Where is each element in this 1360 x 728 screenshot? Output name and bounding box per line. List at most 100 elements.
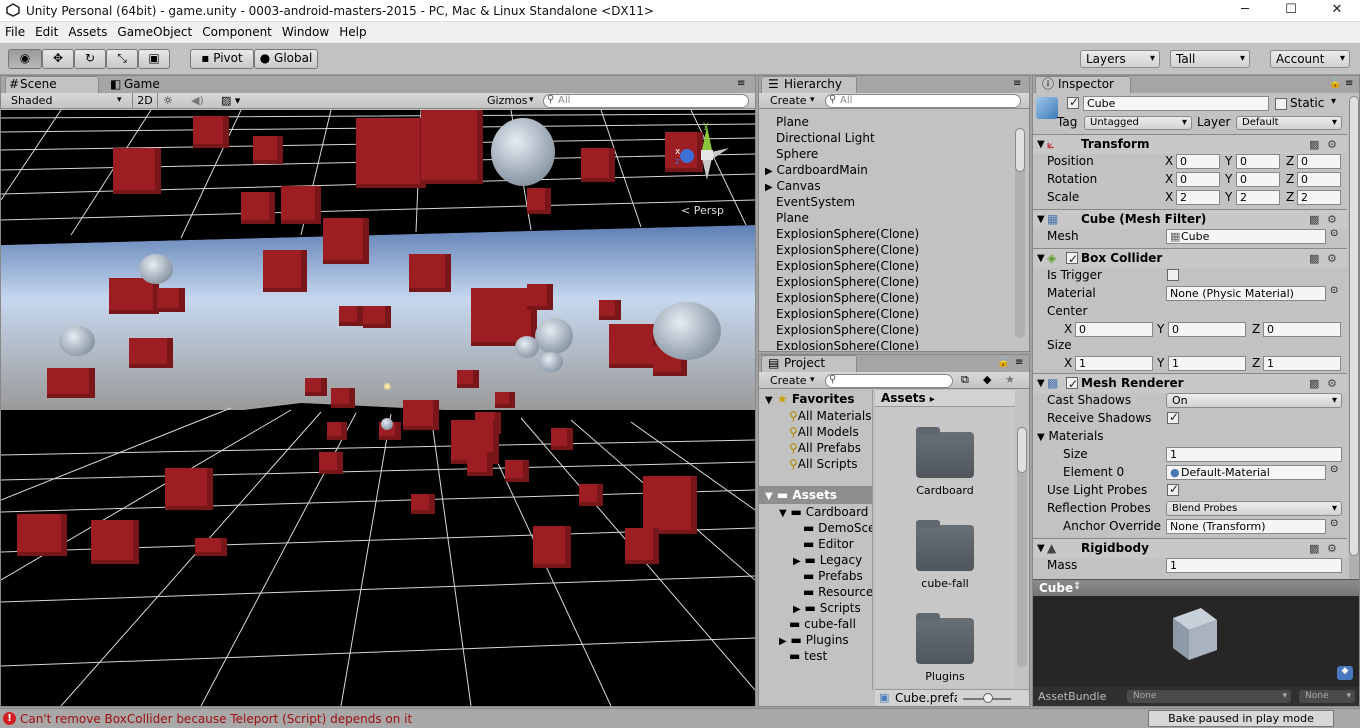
gear-icon[interactable]: ⚙: [1327, 374, 1337, 393]
box-collider-enabled-checkbox[interactable]: [1066, 250, 1078, 269]
favorite-item[interactable]: ⚲All Scripts: [759, 456, 872, 472]
close-button[interactable]: ✕: [1314, 0, 1360, 22]
project-create-button[interactable]: Create: [770, 373, 807, 388]
position-z-field[interactable]: 0: [1297, 154, 1341, 169]
tag-dropdown[interactable]: Untagged: [1084, 116, 1192, 130]
physic-material-field[interactable]: None (Physic Material): [1166, 286, 1326, 301]
gear-icon[interactable]: ⚙: [1327, 539, 1337, 558]
favorite-item[interactable]: ⚲All Materials: [759, 408, 872, 424]
help-icon[interactable]: ▩: [1309, 210, 1319, 229]
gear-icon[interactable]: ⚙: [1327, 135, 1337, 154]
hierarchy-item[interactable]: Directional Light: [759, 130, 1013, 146]
scale-x-field[interactable]: 2: [1176, 190, 1220, 205]
tab-project[interactable]: ▤ Project: [761, 355, 857, 372]
shading-dropdown[interactable]: Shaded: [11, 93, 52, 108]
menu-assets[interactable]: Assets: [63, 22, 112, 39]
tab-hierarchy[interactable]: ☰ Hierarchy: [761, 76, 857, 93]
center-x-field[interactable]: 0: [1075, 322, 1153, 337]
expand-arrow-icon[interactable]: ▼: [765, 491, 773, 502]
hierarchy-item[interactable]: ExplosionSphere(Clone): [759, 290, 1013, 306]
tab-game[interactable]: ◧ Game: [101, 76, 197, 93]
search-by-type-icon[interactable]: ⧉: [961, 373, 969, 387]
expand-arrow-icon[interactable]: ▼: [779, 508, 787, 519]
static-checkbox[interactable]: [1275, 98, 1287, 110]
position-y-field[interactable]: 0: [1236, 154, 1280, 169]
move-tool-button[interactable]: ✥: [42, 49, 74, 69]
element0-field[interactable]: ● Default-Material: [1166, 465, 1326, 480]
maximize-button[interactable]: ☐: [1268, 0, 1314, 22]
help-icon[interactable]: ▩: [1309, 539, 1319, 558]
inspector-scroll-thumb[interactable]: [1349, 96, 1359, 556]
tree-folder[interactable]: ▼ ▬ Cardboard: [759, 504, 872, 520]
scale-tool-button[interactable]: ⤡: [106, 49, 138, 69]
gameobject-name-input[interactable]: Cube: [1083, 96, 1269, 111]
gizmos-dropdown[interactable]: Gizmos: [487, 93, 528, 108]
scale-y-field[interactable]: 2: [1236, 190, 1280, 205]
assets-root[interactable]: ▼ ▬ Assets: [759, 486, 872, 504]
hierarchy-item[interactable]: ▶ CardboardMain: [759, 162, 1013, 178]
global-toggle[interactable]: ● Global: [254, 49, 318, 69]
hierarchy-search-input[interactable]: All: [825, 94, 1021, 108]
mesh-renderer-enabled-checkbox[interactable]: [1066, 375, 1078, 394]
expand-arrow-icon[interactable]: ▶: [793, 556, 801, 567]
pivot-toggle[interactable]: ▪ Pivot: [190, 49, 254, 69]
transform-header[interactable]: ▼ ⟀ Transform ▩ ⚙: [1033, 134, 1347, 154]
panel-menu-icon[interactable]: ≡: [1345, 78, 1353, 89]
hierarchy-item[interactable]: ExplosionSphere(Clone): [759, 242, 1013, 258]
rotation-y-field[interactable]: 0: [1236, 172, 1280, 187]
use-light-probes-checkbox[interactable]: [1167, 482, 1179, 496]
panel-menu-icon[interactable]: ≡: [737, 78, 745, 89]
2d-toggle[interactable]: 2D: [132, 93, 158, 108]
menu-component[interactable]: Component: [197, 22, 277, 39]
scale-z-field[interactable]: 2: [1297, 190, 1341, 205]
hierarchy-item[interactable]: EventSystem: [759, 194, 1013, 210]
hierarchy-item[interactable]: Sphere: [759, 146, 1013, 162]
tree-folder[interactable]: ▶ ▬ Plugins: [759, 632, 872, 648]
rect-tool-button[interactable]: ▣: [138, 49, 170, 69]
size-z-field[interactable]: 1: [1263, 356, 1341, 371]
help-icon[interactable]: ▩: [1309, 249, 1319, 268]
reflection-probes-dropdown[interactable]: Blend Probes: [1166, 501, 1342, 516]
active-checkbox[interactable]: [1067, 95, 1079, 109]
object-picker-icon[interactable]: ⊙: [1330, 285, 1338, 296]
menu-file[interactable]: File: [0, 22, 30, 39]
favorites-header[interactable]: ▼ ★ Favorites: [759, 390, 872, 408]
folder-icon[interactable]: [916, 520, 974, 571]
hierarchy-item[interactable]: ExplosionSphere(Clone): [759, 258, 1013, 274]
asset-breadcrumb[interactable]: Assets ▸: [875, 390, 1015, 407]
asset-label-icon[interactable]: ◆: [1337, 666, 1353, 680]
tree-folder[interactable]: ▬ Resources: [759, 584, 872, 600]
lock-icon[interactable]: 🔒: [997, 357, 1009, 368]
hierarchy-item[interactable]: ExplosionSphere(Clone): [759, 338, 1013, 350]
persp-label[interactable]: < Persp: [681, 204, 724, 217]
help-icon[interactable]: ▩: [1309, 374, 1319, 393]
view-tool-button[interactable]: ◉: [8, 49, 42, 69]
search-by-label-icon[interactable]: ◆: [983, 373, 991, 386]
tab-scene[interactable]: # Scene: [5, 76, 99, 93]
expand-arrow-icon[interactable]: ▶: [779, 636, 787, 647]
expand-arrow-icon[interactable]: ▶: [765, 166, 773, 177]
hierarchy-scroll-thumb[interactable]: [1015, 128, 1025, 172]
collapse-arrow-icon[interactable]: ▼: [1037, 539, 1045, 558]
collapse-arrow-icon[interactable]: ▼: [1037, 374, 1045, 393]
materials-label[interactable]: ▼ Materials: [1037, 427, 1104, 445]
mesh-filter-header[interactable]: ▼ ▦ Cube (Mesh Filter) ▩ ⚙: [1033, 209, 1347, 229]
collapse-arrow-icon[interactable]: ▼: [1037, 135, 1045, 154]
rotation-z-field[interactable]: 0: [1297, 172, 1341, 187]
collapse-arrow-icon[interactable]: ▼: [1037, 210, 1045, 229]
hierarchy-item[interactable]: ▶ Canvas: [759, 178, 1013, 194]
collapse-arrow-icon[interactable]: ▼: [1037, 432, 1045, 443]
mesh-renderer-header[interactable]: ▼ ▩ Mesh Renderer ▩ ⚙: [1033, 373, 1347, 394]
hierarchy-item[interactable]: ExplosionSphere(Clone): [759, 274, 1013, 290]
menu-gameobject[interactable]: GameObject: [112, 22, 197, 39]
anchor-override-field[interactable]: None (Transform): [1166, 519, 1326, 534]
favorite-item[interactable]: ⚲All Models: [759, 424, 872, 440]
expand-arrow-icon[interactable]: ▶: [765, 182, 773, 193]
menu-window[interactable]: Window: [277, 22, 334, 39]
orientation-gizmo[interactable]: y x z: [667, 120, 741, 190]
minimize-button[interactable]: ─: [1222, 0, 1268, 22]
panel-menu-icon[interactable]: ≡: [1015, 357, 1023, 368]
hierarchy-item[interactable]: Plane: [759, 114, 1013, 130]
audio-toggle-icon[interactable]: ◀): [191, 93, 204, 108]
tree-folder[interactable]: ▶ ▬ Scripts: [759, 600, 872, 616]
